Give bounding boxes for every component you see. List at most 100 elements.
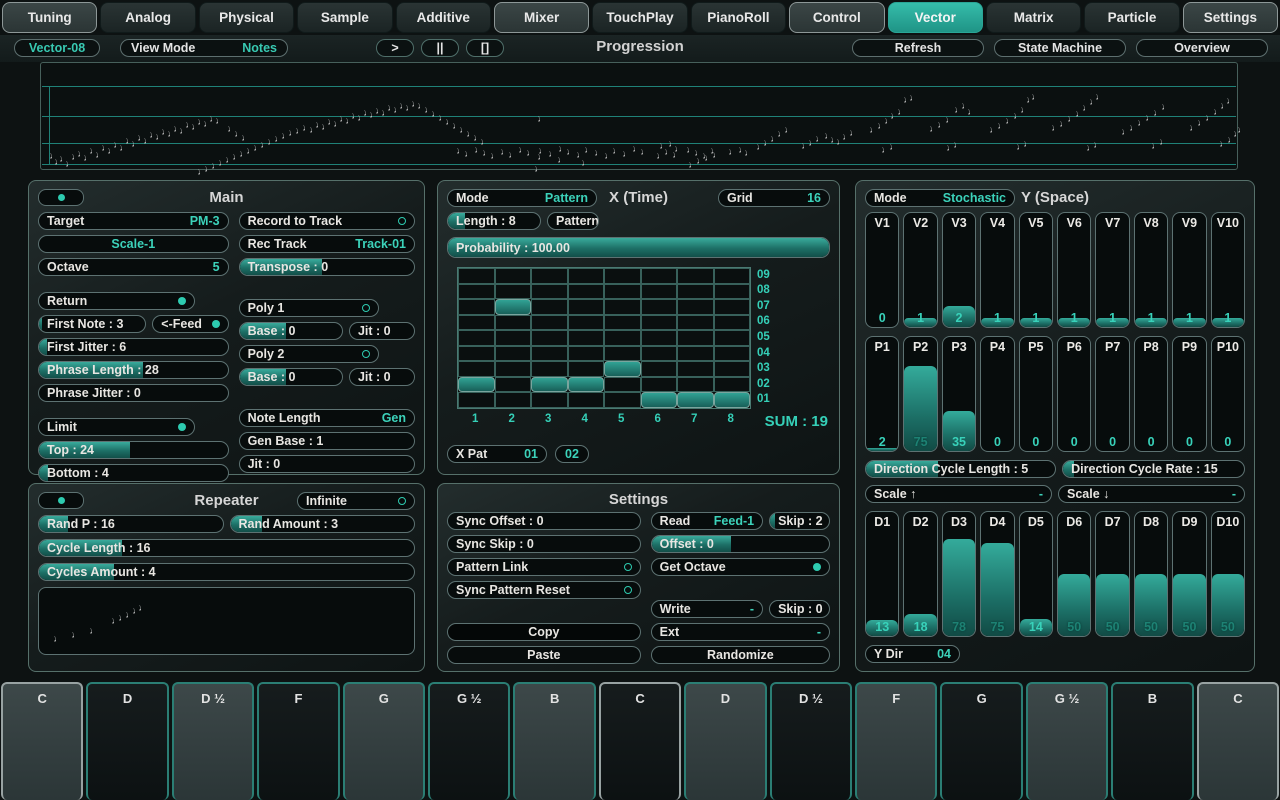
scale[interactable]: Scale ↑- — [865, 485, 1052, 503]
v-slider-v6[interactable]: V61 — [1057, 212, 1091, 328]
x-mode-selector[interactable]: Mode Pattern — [447, 189, 597, 207]
tab-particle[interactable]: Particle — [1084, 2, 1179, 33]
stop-button[interactable]: [] — [466, 39, 504, 57]
direction-cycle-length-5[interactable]: Direction Cycle Length : 5 — [865, 460, 1056, 478]
d-slider-d2[interactable]: D218 — [903, 511, 937, 637]
x-grid-cell[interactable] — [458, 392, 495, 408]
key-g-11[interactable]: G — [940, 682, 1022, 800]
cycles-amount-4[interactable]: Cycles Amount : 4 — [38, 563, 415, 581]
x-grid-cell[interactable] — [458, 315, 495, 331]
key-b-6[interactable]: B — [513, 682, 595, 800]
x-grid-cell[interactable] — [568, 299, 605, 315]
sync-pattern-reset[interactable]: Sync Pattern Reset — [447, 581, 641, 599]
p-slider-p3[interactable]: P335 — [942, 336, 976, 452]
x-grid-cell[interactable] — [458, 268, 495, 284]
p-slider-p4[interactable]: P40 — [980, 336, 1014, 452]
skip-2[interactable]: Skip : 2 — [769, 512, 830, 530]
x-grid-cell[interactable] — [641, 361, 678, 377]
x-grid-cell[interactable] — [677, 284, 714, 300]
rand-amount-3[interactable]: Rand Amount : 3 — [230, 515, 416, 533]
x-grid-cell[interactable] — [495, 361, 532, 377]
x-grid-cell[interactable] — [495, 392, 532, 408]
d-slider-d5[interactable]: D514 — [1019, 511, 1053, 637]
x-grid-cell[interactable] — [677, 268, 714, 284]
length-8[interactable]: Length : 8 — [447, 212, 541, 230]
x-grid-cell[interactable] — [714, 299, 751, 315]
x-grid-cell[interactable] — [714, 330, 751, 346]
x-grid-cell[interactable] — [458, 284, 495, 300]
first-note-3[interactable]: First Note : 3 — [38, 315, 146, 333]
d-slider-d10[interactable]: D1050 — [1211, 511, 1245, 637]
x-grid-cell[interactable] — [568, 392, 605, 408]
d-slider-d6[interactable]: D650 — [1057, 511, 1091, 637]
key-b-13[interactable]: B — [1111, 682, 1193, 800]
d-slider-d1[interactable]: D113 — [865, 511, 899, 637]
key-c-7[interactable]: C — [599, 682, 681, 800]
x-grid-cell[interactable] — [677, 346, 714, 362]
transpose-0[interactable]: Transpose : 0 — [239, 258, 415, 276]
x-grid-cell[interactable] — [714, 284, 751, 300]
pattern-link[interactable]: Pattern Link — [447, 558, 641, 576]
main-enable-toggle[interactable] — [38, 189, 84, 206]
play-button[interactable]: > — [376, 39, 414, 57]
tab-tuning[interactable]: Tuning — [2, 2, 97, 33]
x-grid-cell[interactable] — [677, 377, 714, 393]
x-grid-cell[interactable] — [568, 377, 605, 393]
x-grid-cell[interactable] — [568, 330, 605, 346]
p-slider-p1[interactable]: P12 — [865, 336, 899, 452]
refresh-button[interactable]: Refresh — [852, 39, 984, 57]
view-mode-selector[interactable]: View Mode Notes — [120, 39, 288, 57]
tab-pianoroll[interactable]: PianoRoll — [691, 2, 786, 33]
x-grid-cell[interactable] — [604, 299, 641, 315]
tab-touchplay[interactable]: TouchPlay — [592, 2, 687, 33]
key-g-5[interactable]: G ½ — [428, 682, 510, 800]
x-grid-cell[interactable] — [677, 361, 714, 377]
phrase-length-28[interactable]: Phrase Length : 28 — [38, 361, 229, 379]
x-grid-cell[interactable] — [568, 268, 605, 284]
return[interactable]: Return — [38, 292, 195, 310]
tab-sample[interactable]: Sample — [297, 2, 392, 33]
d-slider-d9[interactable]: D950 — [1172, 511, 1206, 637]
jit-0[interactable]: Jit : 0 — [349, 368, 415, 386]
write[interactable]: Write- — [651, 600, 763, 618]
x-grid-cell[interactable] — [495, 377, 532, 393]
tab-physical[interactable]: Physical — [199, 2, 294, 33]
x-grid-cell[interactable] — [531, 392, 568, 408]
x-grid-cell[interactable] — [495, 315, 532, 331]
p-slider-p10[interactable]: P100 — [1211, 336, 1245, 452]
p-slider-p5[interactable]: P50 — [1019, 336, 1053, 452]
x-grid-cell[interactable] — [531, 377, 568, 393]
key-f-10[interactable]: F — [855, 682, 937, 800]
x-grid-cell[interactable] — [604, 377, 641, 393]
x-grid-cell[interactable] — [714, 377, 751, 393]
v-slider-v3[interactable]: V32 — [942, 212, 976, 328]
y-dir-selector[interactable]: Y Dir 04 — [865, 645, 960, 663]
x-grid-cell[interactable] — [641, 392, 678, 408]
x-grid-cell[interactable] — [714, 361, 751, 377]
key-d-2[interactable]: D ½ — [172, 682, 254, 800]
pattern[interactable]: Pattern1 — [547, 212, 599, 230]
p-slider-p2[interactable]: P275 — [903, 336, 937, 452]
x-grid-cell[interactable] — [495, 268, 532, 284]
x-grid-cell[interactable] — [604, 361, 641, 377]
key-c-0[interactable]: C — [1, 682, 83, 800]
repeater-enable-toggle[interactable] — [38, 492, 84, 509]
x-grid-cell[interactable] — [495, 284, 532, 300]
first-jitter-6[interactable]: First Jitter : 6 — [38, 338, 229, 356]
x-grid-cell[interactable] — [714, 392, 751, 408]
v-slider-v1[interactable]: V10 — [865, 212, 899, 328]
x-grid-cell[interactable] — [458, 330, 495, 346]
record-to-track[interactable]: Record to Track — [239, 212, 415, 230]
x-grid-cell[interactable] — [714, 315, 751, 331]
x-grid-cell[interactable] — [641, 377, 678, 393]
offset-0[interactable]: Offset : 0 — [651, 535, 830, 553]
v-slider-v9[interactable]: V91 — [1172, 212, 1206, 328]
key-c-14[interactable]: C — [1197, 682, 1279, 800]
limit[interactable]: Limit — [38, 418, 195, 436]
sync-offset-0[interactable]: Sync Offset : 0 — [447, 512, 641, 530]
progression-display[interactable]: ♩♩♩♩♩♩♩♩♩♩♩♩♩♩♩♩♩♩♩♩♩♩♩♩♩♩♩♩♩♩♩♩♩♩♩♩♩♩♩♩… — [40, 62, 1238, 170]
x-grid-cell[interactable] — [604, 315, 641, 331]
read[interactable]: ReadFeed-1 — [651, 512, 763, 530]
tab-settings[interactable]: Settings — [1183, 2, 1278, 33]
x-grid-cell[interactable] — [714, 268, 751, 284]
